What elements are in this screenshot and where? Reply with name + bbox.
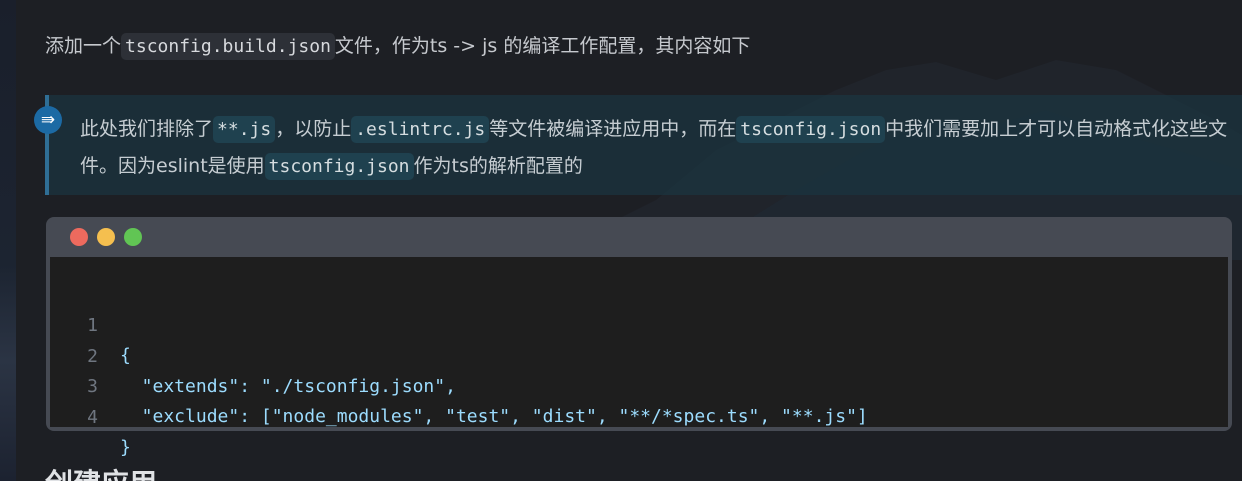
code-block: 1 { 2 "extends": "./tsconfig.json", 3 "e… (46, 217, 1232, 458)
intro-text-suffix: 文件，作为ts -> js 的编译工作配置，其内容如下 (334, 35, 751, 57)
inline-code-tsconfig: tsconfig.json (264, 153, 414, 180)
double-arrow-icon: ⇛ (34, 106, 62, 134)
tip-text: 此处我们排除了 **.js ，以防止 .eslintrc.js 等文件被编译进应用中，而… (80, 111, 1230, 185)
minimize-dot-icon (97, 228, 115, 246)
intro-paragraph: 添加一个 tsconfig.build.json 文件，作为ts -> js 的编译… (45, 30, 750, 63)
code-line: 3 "exclude": ["node_modules", "test", "d… (50, 342, 868, 427)
intro-text-prefix: 添加一个 (45, 35, 122, 57)
maximize-dot-icon (124, 228, 142, 246)
tip-text-part: 此处我们排除了 (80, 118, 214, 140)
code-content[interactable]: 1 { 2 "extends": "./tsconfig.json", 3 "e… (50, 257, 1228, 458)
code-text: "extends": "./tsconfig.json", (120, 376, 456, 397)
code-text: } (120, 437, 131, 458)
close-dot-icon (70, 228, 88, 246)
code-line: 1 { (50, 281, 137, 366)
inline-code-tsconfig: tsconfig.json (736, 116, 886, 143)
article-content: 添加一个 tsconfig.build.json 文件，作为ts -> js 的编译… (16, 0, 1242, 481)
code-text: "exclude": ["node_modules", "test", "dis… (120, 406, 868, 427)
tip-callout: ⇛ 此处我们排除了 **.js ，以防止 .eslintrc.js 等文件被编译进应用中… (34, 95, 1242, 195)
inline-code-tsconfig-build: tsconfig.build.json (121, 33, 335, 60)
code-line: 4 } (50, 373, 137, 458)
tip-text-part: ，以防止 (275, 118, 352, 140)
line-number: 4 (87, 407, 98, 428)
inline-code-eslintrc: .eslintrc.js (351, 116, 490, 143)
tip-text-part: 作为ts的解析配置的 (413, 155, 583, 177)
inline-code-js-glob: **.js (213, 116, 276, 143)
tip-text-part: 等文件被编译进应用中，而在 (489, 118, 737, 140)
code-line: 2 "extends": "./tsconfig.json", (50, 312, 456, 397)
section-heading: 创建应用 (45, 462, 157, 481)
page-left-margin (0, 0, 16, 481)
